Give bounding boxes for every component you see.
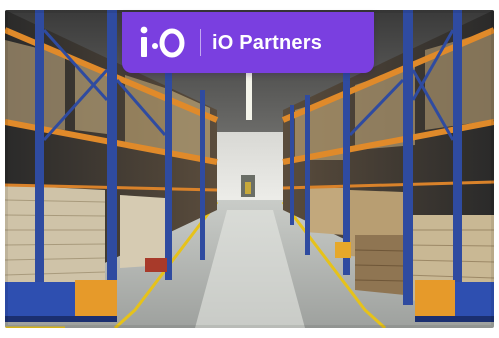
brand-badge: iO Partners <box>122 12 374 73</box>
logo-divider <box>200 29 201 56</box>
io-logo-icon <box>140 26 185 58</box>
brand-name: iO Partners <box>212 32 323 54</box>
